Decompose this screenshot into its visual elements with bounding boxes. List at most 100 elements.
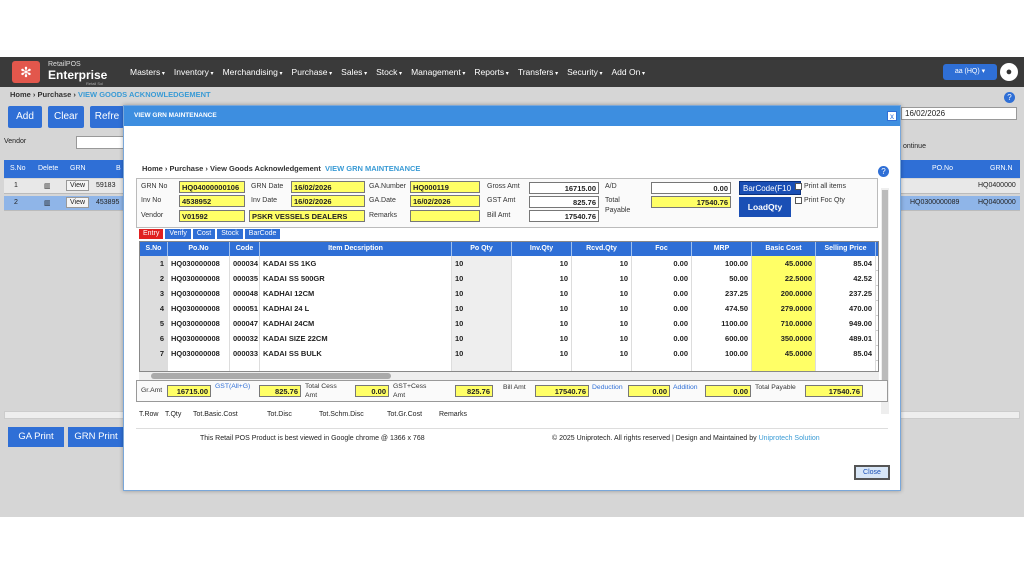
cell-foc[interactable]: 0.00 [632,271,692,286]
view-button[interactable]: View [66,197,90,208]
tab-entry[interactable]: Entry [139,229,164,239]
cell-sp[interactable]: 489.01 [816,331,876,346]
inv-no-field[interactable]: 4538952 [179,195,245,207]
scroll-thumb[interactable] [882,190,888,390]
menu-masters[interactable]: Masters [130,67,165,77]
cell-foc[interactable]: 0.00 [632,286,692,301]
trash-icon[interactable]: ▥ [44,182,51,190]
scroll-thumb[interactable] [151,373,391,379]
user-menu-button[interactable]: aa (HQ) ▾ [943,64,997,80]
table-row[interactable]: 1 HQ030000008 000034 KADAI SS 1KG 10 10 10 0.00… [140,256,878,271]
menu-purchase[interactable]: Purchase [292,67,333,77]
cell-rcvd[interactable]: 10 [572,346,632,361]
cell-rcvd[interactable]: 10 [572,286,632,301]
ad-field[interactable]: 0.00 [651,182,731,194]
tab-verify[interactable]: Verify [165,229,191,239]
help-icon[interactable]: ? [1004,92,1015,103]
cell-sp[interactable]: 237.25 [816,286,876,301]
cell-rcvd[interactable] [572,361,632,371]
deduction-field[interactable]: 0.00 [628,385,670,397]
vendor-code-field[interactable]: V01592 [179,210,245,222]
menu-security[interactable]: Security [567,67,602,77]
date-field[interactable]: 16/02/2026 [901,107,1017,120]
tab-stock[interactable]: Stock [217,229,243,239]
grn-no-field[interactable]: HQ04000000106 [179,181,245,193]
cell-foc[interactable]: 0.00 [632,316,692,331]
crumb-home[interactable]: Home [10,90,31,99]
app-logo[interactable]: ✻ [12,61,40,83]
clear-button[interactable]: Clear [48,106,84,128]
refresh-button[interactable]: Refre [90,106,124,128]
cell-rcvd[interactable]: 10 [572,316,632,331]
cell-rcvd[interactable]: 10 [572,331,632,346]
cell-cost[interactable]: 710.0000 [752,316,816,331]
cell-sp[interactable]: 949.00 [816,316,876,331]
cell-cost[interactable]: 200.0000 [752,286,816,301]
barcode-button[interactable]: BarCode(F10 [739,181,801,195]
cell-cost[interactable]: 22.5000 [752,271,816,286]
vendor-input[interactable] [76,136,124,149]
cell-sp[interactable]: 470.00 [816,301,876,316]
avatar-icon[interactable]: ● [1000,63,1018,81]
print-all-checkbox[interactable] [795,183,802,190]
table-row[interactable]: 4 HQ030000008 000051 KADHAI 24 L 10 10 10 0.00 4… [140,301,878,316]
tab-barcode[interactable]: BarCode [244,229,281,239]
crumb-view-ga[interactable]: View Goods Acknowledgement [210,164,321,173]
ga-print-button[interactable]: GA Print [8,427,64,447]
inv-date-field[interactable]: 16/02/2026 [291,195,365,207]
table-row[interactable]: 3 HQ030000008 000048 KADHAI 12CM 10 10 10 0.00 2… [140,286,878,301]
cell-sp[interactable]: 85.04 [816,256,876,271]
vendor-name-field[interactable]: PSKR VESSELS DEALERS [249,210,365,222]
remarks-field[interactable] [410,210,480,222]
crumb-purchase[interactable]: Purchase [170,164,204,173]
menu-merchandising[interactable]: Merchandising [223,67,283,77]
menu-reports[interactable]: Reports [474,67,508,77]
print-foc-checkbox[interactable] [795,197,802,204]
add-button[interactable]: Add [8,106,42,128]
grn-date-field[interactable]: 16/02/2026 [291,181,365,193]
menu-transfers[interactable]: Transfers [518,67,558,77]
table-row[interactable]: 6 HQ030000008 000032 KADAI SIZE 22CM 10 10 10 0… [140,331,878,346]
table-row[interactable]: 5 HQ030000008 000047 KADHAI 24CM 10 10 10 0.00 1… [140,316,878,331]
cell-foc[interactable]: 0.00 [632,256,692,271]
ga-number-field[interactable]: HQ000119 [410,181,480,193]
cell-rcvd[interactable]: 10 [572,271,632,286]
menu-stock[interactable]: Stock [376,67,402,77]
cell-cost[interactable]: 279.0000 [752,301,816,316]
company-link[interactable]: Uniprotech Solution [759,435,820,442]
cell-cost[interactable] [752,361,816,371]
cell-rcvd[interactable]: 10 [572,301,632,316]
close-button[interactable]: Close [854,465,890,480]
cell-cost[interactable]: 350.0000 [752,331,816,346]
view-button[interactable]: View [66,180,90,191]
payable-label: Payable [605,207,631,214]
load-qty-button[interactable]: LoadQty [739,197,791,217]
close-icon[interactable]: x [887,111,897,121]
cell-foc[interactable]: 0.00 [632,346,692,361]
menu-management[interactable]: Management [411,67,465,77]
menu-add-on[interactable]: Add On [612,67,646,77]
table-row[interactable]: 2 HQ030000008 000035 KADAI SS 500GR 10 10 10 0.… [140,271,878,286]
trash-icon[interactable]: ▥ [44,199,51,207]
table-row[interactable]: 7 HQ030000008 000033 KADAI SS BULK 10 10 10 0.0… [140,346,878,361]
cell-sp[interactable]: 85.04 [816,346,876,361]
cell-sp[interactable]: 42.52 [816,271,876,286]
cell-sp[interactable] [816,361,876,371]
grid-horizontal-scrollbar[interactable] [139,372,879,380]
grn-print-button[interactable]: GRN Print [68,427,124,447]
cell-foc[interactable]: 0.00 [632,301,692,316]
table-row[interactable] [140,361,878,371]
ga-date-field[interactable]: 16/02/2026 [410,195,480,207]
cell-foc[interactable] [632,361,692,371]
crumb-purchase[interactable]: Purchase [38,90,72,99]
tab-cost[interactable]: Cost [192,229,216,239]
menu-sales[interactable]: Sales [341,67,367,77]
crumb-home[interactable]: Home [142,164,163,173]
addition-field[interactable]: 0.00 [705,385,751,397]
help-icon[interactable]: ? [878,166,889,177]
menu-inventory[interactable]: Inventory [174,67,214,77]
cell-cost[interactable]: 45.0000 [752,346,816,361]
cell-foc[interactable]: 0.00 [632,331,692,346]
cell-cost[interactable]: 45.0000 [752,256,816,271]
cell-rcvd[interactable]: 10 [572,256,632,271]
